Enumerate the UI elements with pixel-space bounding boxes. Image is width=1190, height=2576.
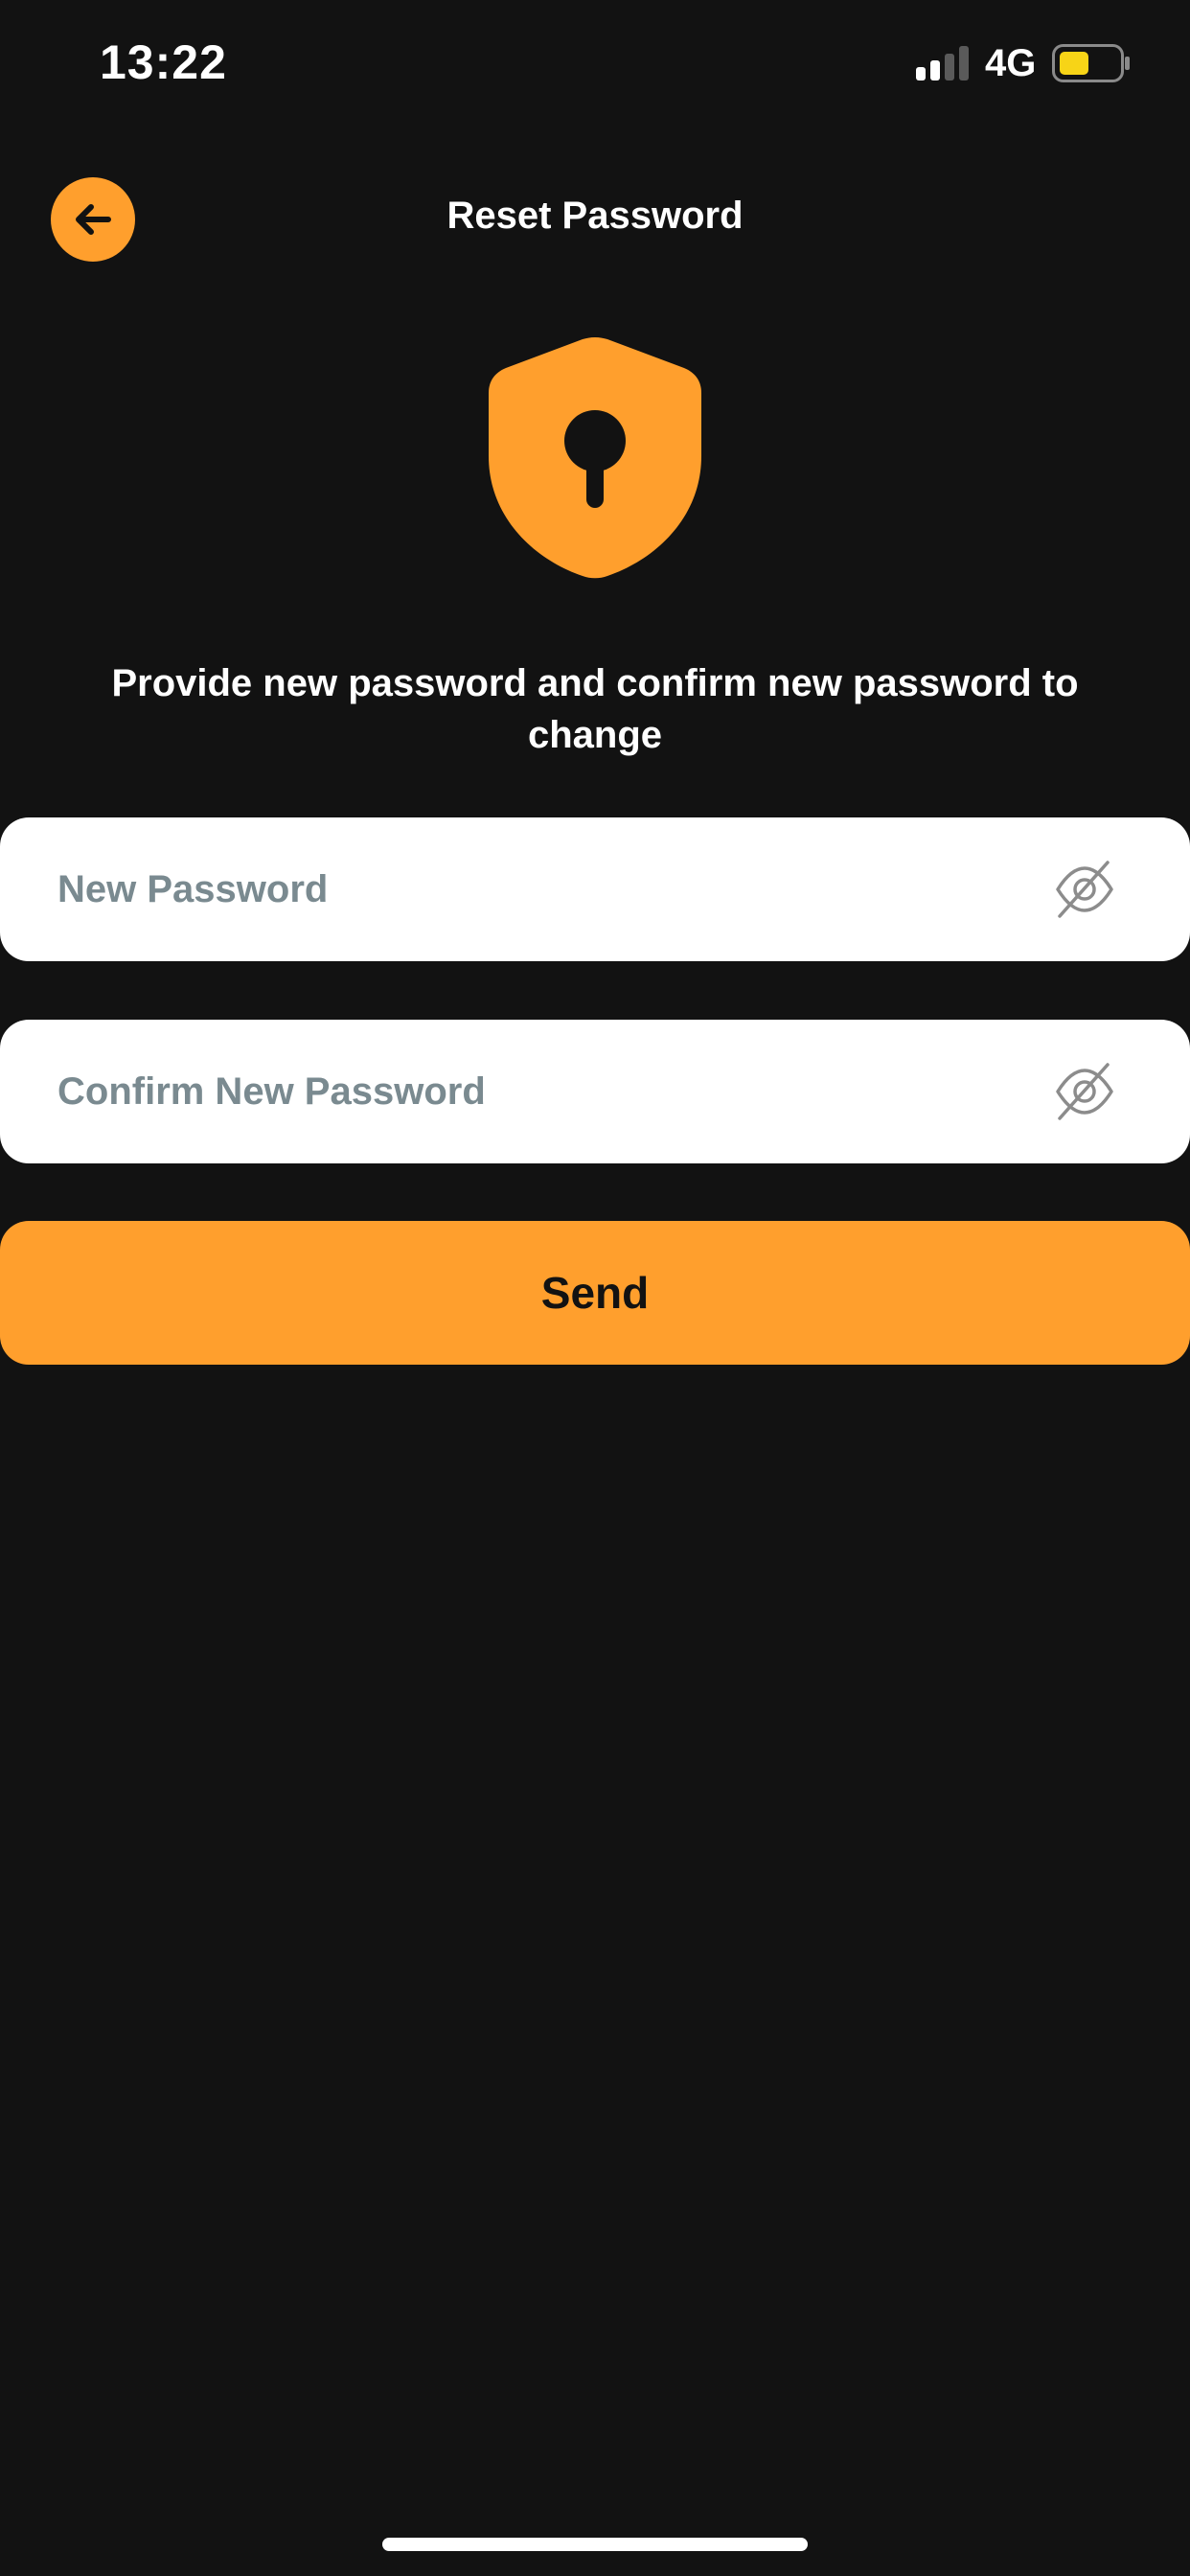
network-type: 4G (985, 42, 1037, 84)
home-indicator[interactable] (382, 2538, 808, 2551)
confirm-password-input[interactable] (57, 1020, 996, 1163)
eye-off-icon[interactable] (1054, 1061, 1115, 1122)
confirm-password-field (0, 1020, 1190, 1163)
battery-icon (1052, 44, 1130, 82)
cellular-signal-icon (916, 46, 969, 80)
new-password-input[interactable] (57, 817, 996, 961)
send-button[interactable]: Send (0, 1221, 1190, 1365)
eye-off-icon[interactable] (1054, 859, 1115, 920)
new-password-field (0, 817, 1190, 961)
status-bar: 13:22 4G (0, 0, 1190, 125)
status-time: 13:22 (100, 35, 227, 89)
shield-keyhole-icon (489, 337, 701, 579)
instruction-text: Provide new password and confirm new pas… (111, 662, 1079, 756)
page-title: Reset Password (446, 195, 744, 237)
